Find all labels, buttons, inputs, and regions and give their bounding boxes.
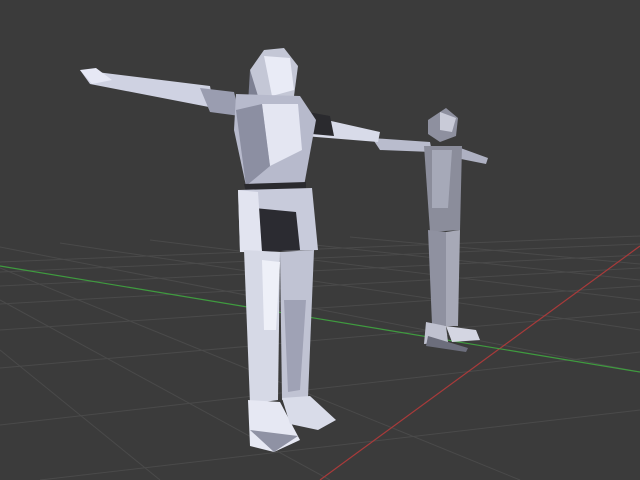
3d-viewport[interactable] <box>0 0 640 480</box>
viewport-canvas[interactable] <box>0 0 640 480</box>
ground-grid <box>0 235 640 480</box>
base-character-mesh[interactable] <box>372 108 488 352</box>
